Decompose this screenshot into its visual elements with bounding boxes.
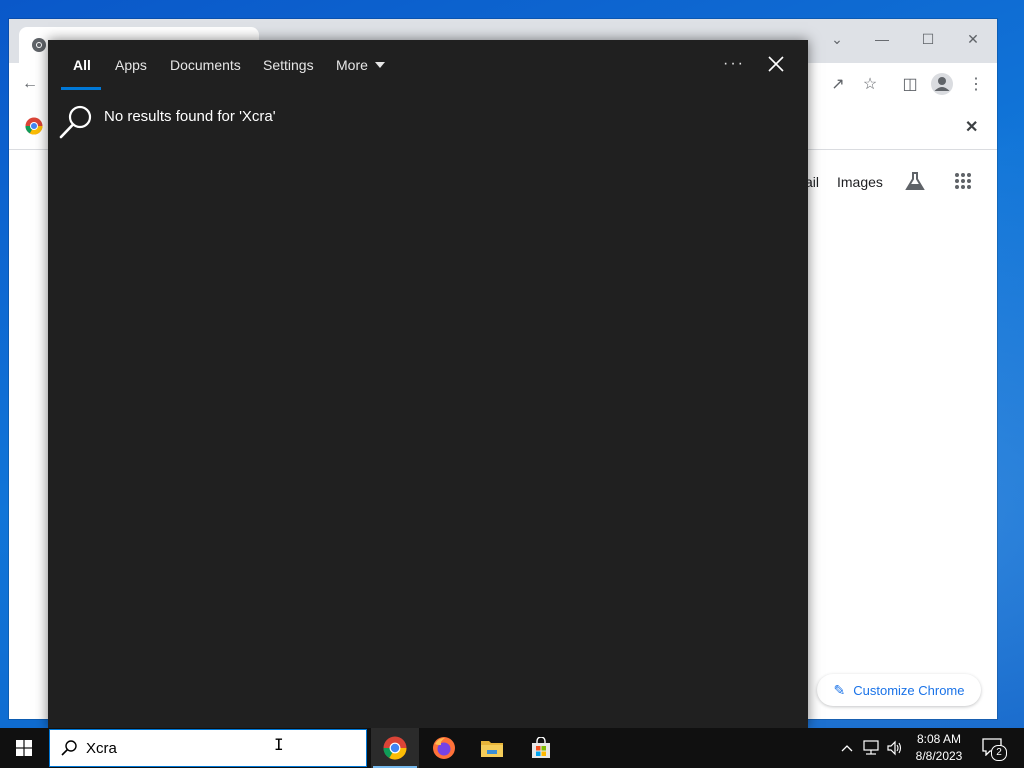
no-results-message: No results found for 'Xcra' (104, 108, 276, 125)
clock-date: 8/8/2023 (915, 749, 963, 763)
back-icon[interactable]: ← (17, 71, 43, 97)
taskbar-firefox[interactable] (420, 728, 468, 768)
search-scope-tabs: All Apps Documents Settings More ··· (48, 40, 808, 92)
taskbar-search-box[interactable]: I (49, 729, 367, 767)
tab-more[interactable]: More (336, 57, 385, 73)
tab-settings[interactable]: Settings (263, 57, 314, 73)
action-center-button[interactable]: 2 (980, 736, 1007, 761)
text-cursor-icon: I (274, 735, 284, 754)
tab-documents[interactable]: Documents (170, 57, 241, 73)
images-link[interactable]: Images (837, 174, 883, 190)
maximize-icon[interactable]: ☐ (910, 25, 946, 53)
search-icon (59, 105, 92, 139)
tab-more-label: More (336, 57, 368, 73)
tab-apps[interactable]: Apps (115, 57, 147, 73)
chrome-logo-icon (383, 736, 407, 760)
infobar-close-icon[interactable]: ✕ (965, 117, 978, 137)
customize-chrome-label: Customize Chrome (853, 682, 965, 698)
volume-icon[interactable] (885, 738, 905, 758)
close-icon[interactable] (764, 52, 788, 76)
close-window-icon[interactable]: ✕ (955, 25, 991, 53)
apps-grid-icon[interactable] (954, 172, 972, 190)
taskbar-file-explorer[interactable] (468, 728, 516, 768)
start-button[interactable] (0, 728, 48, 768)
search-flyout: All Apps Documents Settings More ··· No … (48, 40, 808, 728)
clock-time: 8:08 AM (916, 732, 962, 746)
firefox-logo-icon (433, 737, 455, 759)
folder-icon (481, 741, 503, 757)
taskbar-microsoft-store[interactable] (517, 728, 565, 768)
bookmark-star-icon[interactable]: ☆ (857, 71, 883, 97)
tab-all[interactable]: All (73, 57, 91, 73)
taskbar: I (0, 728, 1024, 768)
network-icon[interactable] (861, 738, 881, 758)
chrome-tab-icon (32, 38, 46, 52)
customize-chrome-button[interactable]: ✎ Customize Chrome (817, 674, 981, 706)
tab-search-icon[interactable]: ⌄ (819, 25, 855, 53)
minimize-icon[interactable]: — (864, 25, 900, 53)
share-icon[interactable]: ↗ (825, 71, 851, 97)
system-clock[interactable]: 8:08 AM 8/8/2023 (906, 731, 972, 765)
notification-count-badge: 2 (991, 745, 1007, 761)
kebab-menu-icon[interactable]: ⋮ (963, 71, 989, 97)
search-icon (61, 740, 77, 756)
show-hidden-icons-icon[interactable] (837, 738, 857, 758)
chrome-logo-icon (25, 117, 43, 135)
store-bag-icon (532, 737, 550, 758)
profile-avatar-icon[interactable] (929, 71, 955, 97)
active-tab-indicator (61, 87, 101, 90)
more-options-icon[interactable]: ··· (722, 52, 746, 76)
windows-logo-icon (16, 740, 32, 756)
caret-down-icon (374, 62, 385, 68)
taskbar-chrome[interactable] (371, 728, 419, 768)
pencil-icon: ✎ (833, 681, 846, 698)
search-input[interactable] (86, 734, 346, 762)
side-panel-icon[interactable]: ◫ (897, 71, 923, 97)
labs-flask-icon[interactable] (904, 170, 926, 192)
